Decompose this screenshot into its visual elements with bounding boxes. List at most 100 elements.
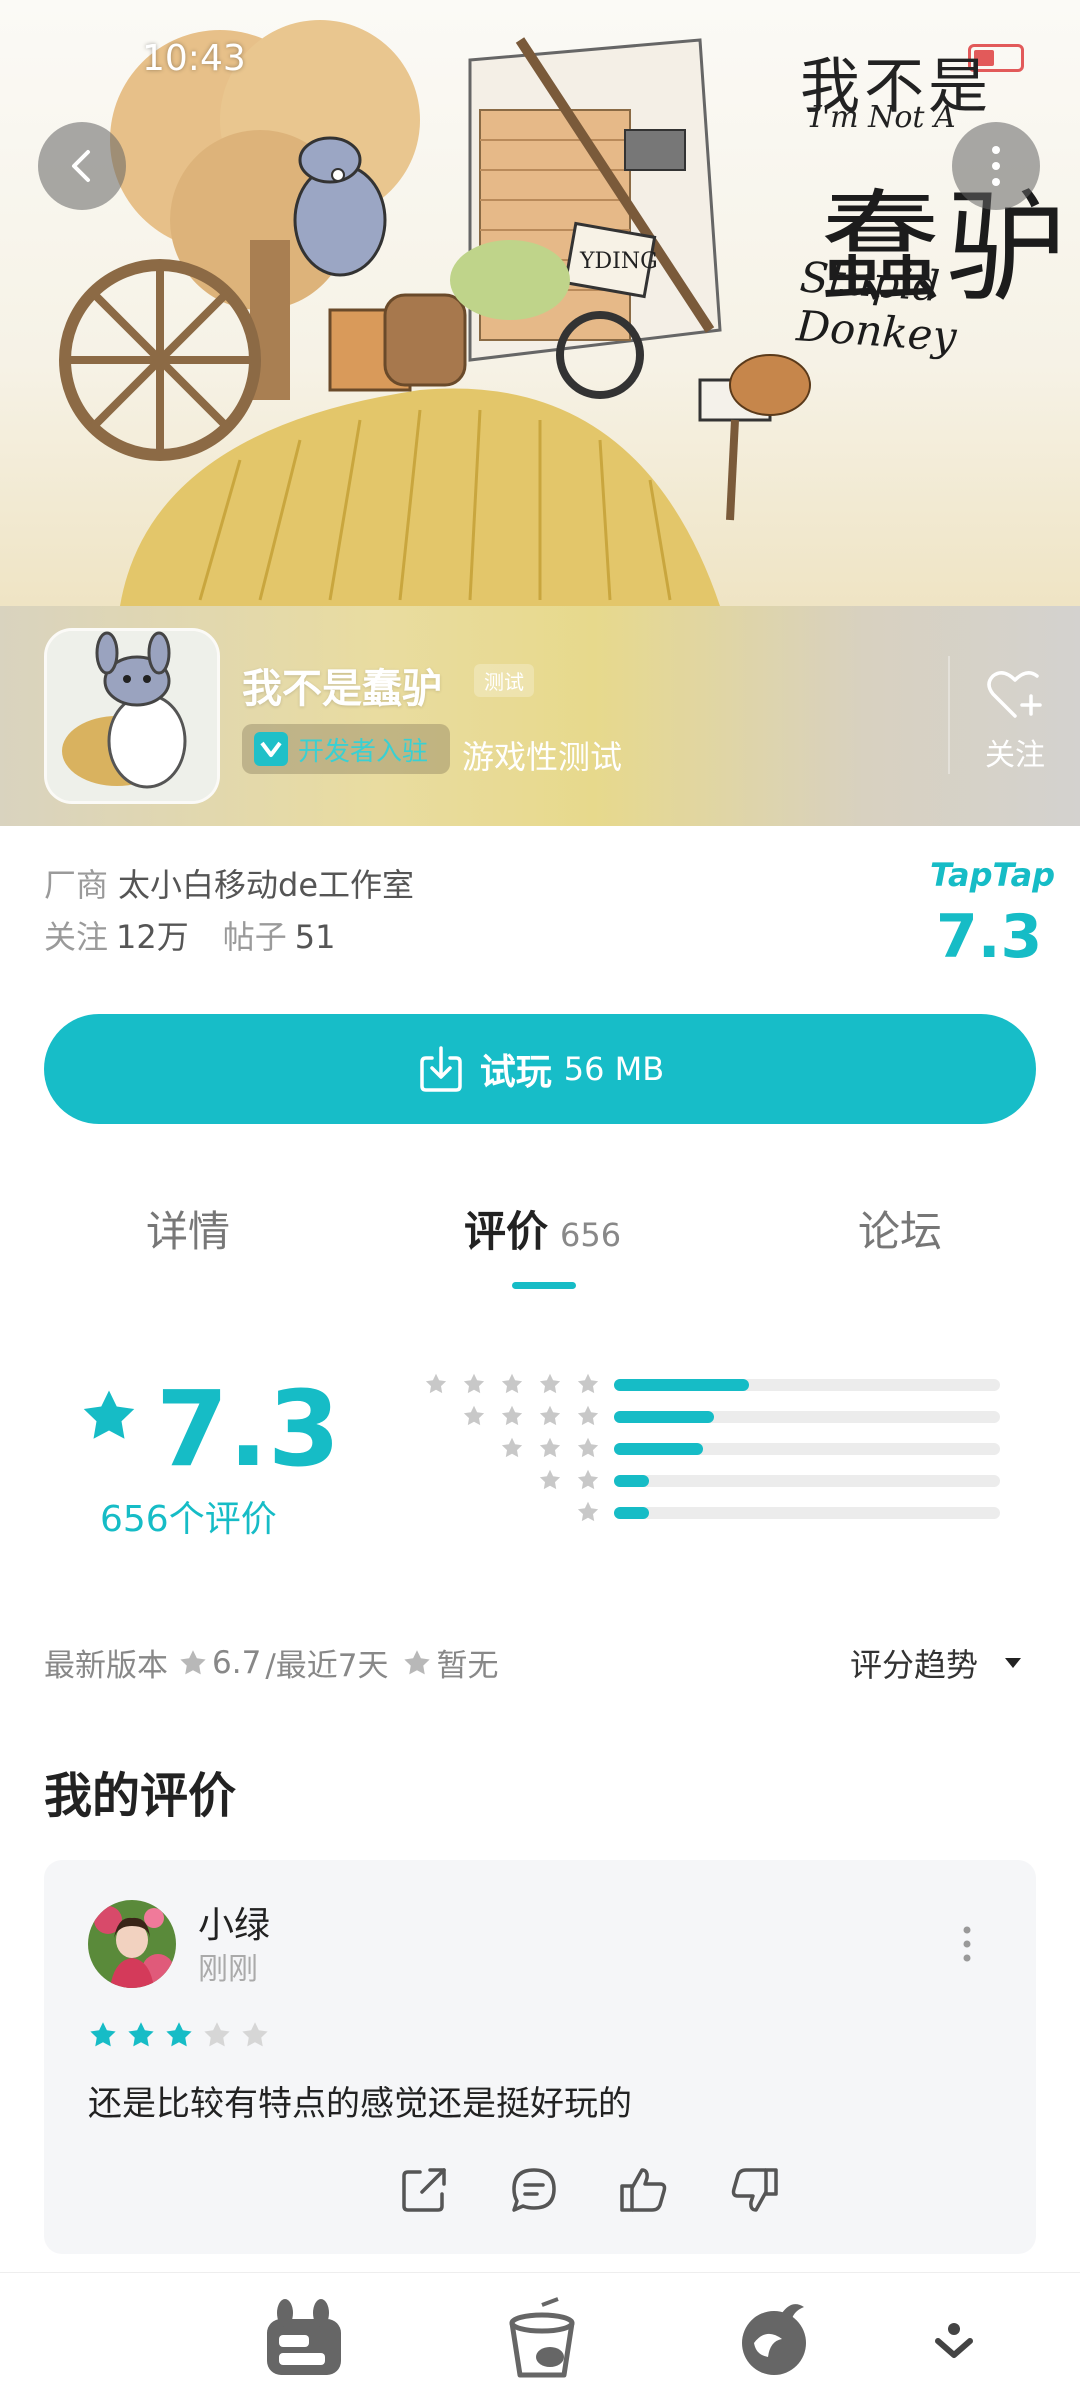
review-more-button[interactable] — [962, 1926, 972, 1966]
star-icon — [577, 1501, 599, 1522]
follow-button[interactable]: 关注 — [970, 666, 1060, 776]
rating-row-3-star — [410, 1436, 1010, 1460]
rating-bar-fill — [614, 1443, 703, 1455]
more-vertical-icon — [992, 146, 1000, 186]
rating-row-1-star — [410, 1500, 1010, 1524]
star-icon — [242, 2022, 268, 2047]
chevron-left-icon — [72, 150, 90, 182]
recent-score: 暂无 — [436, 1648, 499, 1684]
tab-review-count: 656 — [560, 1216, 622, 1254]
review-card[interactable]: 小绿 刚刚 还是比较有特点的感觉还是挺好玩的 — [44, 1860, 1036, 2254]
download-icon — [420, 1046, 462, 1092]
star-icon — [128, 2022, 154, 2047]
rating-summary: 7.3 656个评价 — [0, 1330, 1080, 1590]
star-icon — [501, 1437, 523, 1458]
star-icon — [425, 1373, 447, 1394]
game-header: 我不是蠢驴 测试 开发者入驻 游戏性测试 关注 — [0, 606, 1080, 826]
tab-review[interactable]: 评价 656 — [464, 1198, 621, 1259]
tab-review-label: 评价 — [464, 1207, 549, 1256]
star-icon — [90, 2022, 116, 2047]
follow-count: 12万 — [116, 918, 189, 956]
vendor-name[interactable]: 太小白移动de工作室 — [118, 866, 414, 904]
rating-row-stars — [424, 1372, 600, 1396]
dislike-button[interactable] — [724, 2160, 784, 2220]
rating-trend-label: 评分趋势 — [850, 1646, 979, 1684]
like-button[interactable] — [614, 2160, 674, 2220]
rating-row-stars — [538, 1468, 600, 1492]
bucket-icon — [509, 2297, 575, 2378]
rating-row-5-star — [410, 1372, 1010, 1396]
comment-icon — [512, 2168, 556, 2212]
my-review-title: 我的评价 — [44, 1768, 237, 1824]
donkey-app-icon — [47, 631, 217, 801]
back-button[interactable] — [38, 122, 126, 210]
caret-down-icon — [1005, 1658, 1022, 1668]
try-play-button[interactable]: 试玩 56 MB — [44, 1014, 1036, 1124]
donkey-home-icon — [267, 2299, 341, 2375]
hero-title-en-top: I'm Not A — [810, 100, 956, 135]
rating-trend-dropdown[interactable]: 评分趋势 — [850, 1640, 1024, 1686]
review-text: 还是比较有特点的感觉还是挺好玩的 — [88, 2084, 632, 2124]
game-name: 我不是蠢驴 — [242, 666, 442, 712]
star-icon — [204, 2022, 230, 2047]
game-type: 游戏性测试 — [462, 738, 623, 776]
tab-bar: 详情 评价 656 论坛 — [0, 1170, 1080, 1290]
test-tag: 测试 — [474, 664, 534, 697]
comment-button[interactable] — [504, 2160, 564, 2220]
star-icon — [577, 1373, 599, 1394]
download-size: 56 MB — [563, 1050, 665, 1088]
more-options-button[interactable] — [952, 122, 1040, 210]
rating-bar-track — [614, 1443, 1000, 1455]
review-count: 656个评价 — [100, 1499, 277, 1540]
star-icon — [180, 1649, 206, 1674]
recent-label: /最近7天 — [265, 1648, 389, 1684]
rating-row-stars — [462, 1404, 600, 1428]
rating-bar-fill — [614, 1379, 750, 1391]
review-time: 刚刚 — [198, 1952, 258, 1987]
rating-bar-track — [614, 1507, 1000, 1519]
star-icon — [501, 1405, 523, 1426]
bottom-nav — [0, 2272, 1080, 2400]
more-vertical-icon — [963, 1926, 971, 1962]
tab-forum[interactable]: 论坛 — [858, 1198, 942, 1259]
star-icon — [577, 1405, 599, 1426]
follow-label: 关注 — [985, 738, 1045, 773]
rating-bar-fill — [614, 1411, 715, 1423]
game-info: 厂商 太小白移动de工作室 关注 12万 帖子 51 TapTap 7.3 — [0, 826, 1080, 1006]
rating-bar-fill — [614, 1507, 649, 1519]
posts-label: 帖子 — [222, 918, 287, 956]
user-name: 小绿 — [198, 1905, 271, 1946]
star-icon — [539, 1405, 561, 1426]
nav-discover[interactable] — [494, 2291, 590, 2387]
tab-active-indicator — [512, 1282, 576, 1289]
heart-plus-icon — [987, 671, 1042, 718]
developer-badge-label: 开发者入驻 — [298, 736, 429, 767]
user-avatar-image — [88, 1900, 176, 1988]
avatar[interactable] — [88, 1900, 176, 1988]
rating-row-4-star — [410, 1404, 1010, 1428]
verified-icon — [254, 732, 288, 766]
stats-line: 关注 12万 帖子 51 — [44, 912, 369, 958]
divider — [948, 656, 950, 774]
star-icon — [404, 1649, 431, 1674]
star-icon — [501, 1373, 523, 1394]
rating-bar-track — [614, 1411, 1000, 1423]
nav-community[interactable] — [728, 2291, 824, 2387]
vendor-label: 厂商 — [44, 866, 109, 904]
nav-profile[interactable] — [906, 2291, 1002, 2387]
star-icon — [463, 1405, 485, 1426]
star-icon — [539, 1373, 561, 1394]
star-icon — [577, 1469, 599, 1490]
share-button[interactable] — [394, 2160, 454, 2220]
status-time: 10:43 — [142, 38, 246, 79]
star-icon — [83, 1390, 135, 1439]
round-creature-icon — [742, 2304, 806, 2375]
share-icon — [402, 2168, 446, 2212]
latest-version-label: 最新版本 — [44, 1648, 168, 1684]
nav-home[interactable] — [256, 2291, 352, 2387]
developer-badge[interactable]: 开发者入驻 — [242, 724, 450, 774]
tab-detail[interactable]: 详情 — [146, 1198, 230, 1259]
taptap-score: 7.3 — [936, 902, 1043, 972]
rating-row-stars — [500, 1436, 600, 1460]
rating-bar-track — [614, 1379, 1000, 1391]
